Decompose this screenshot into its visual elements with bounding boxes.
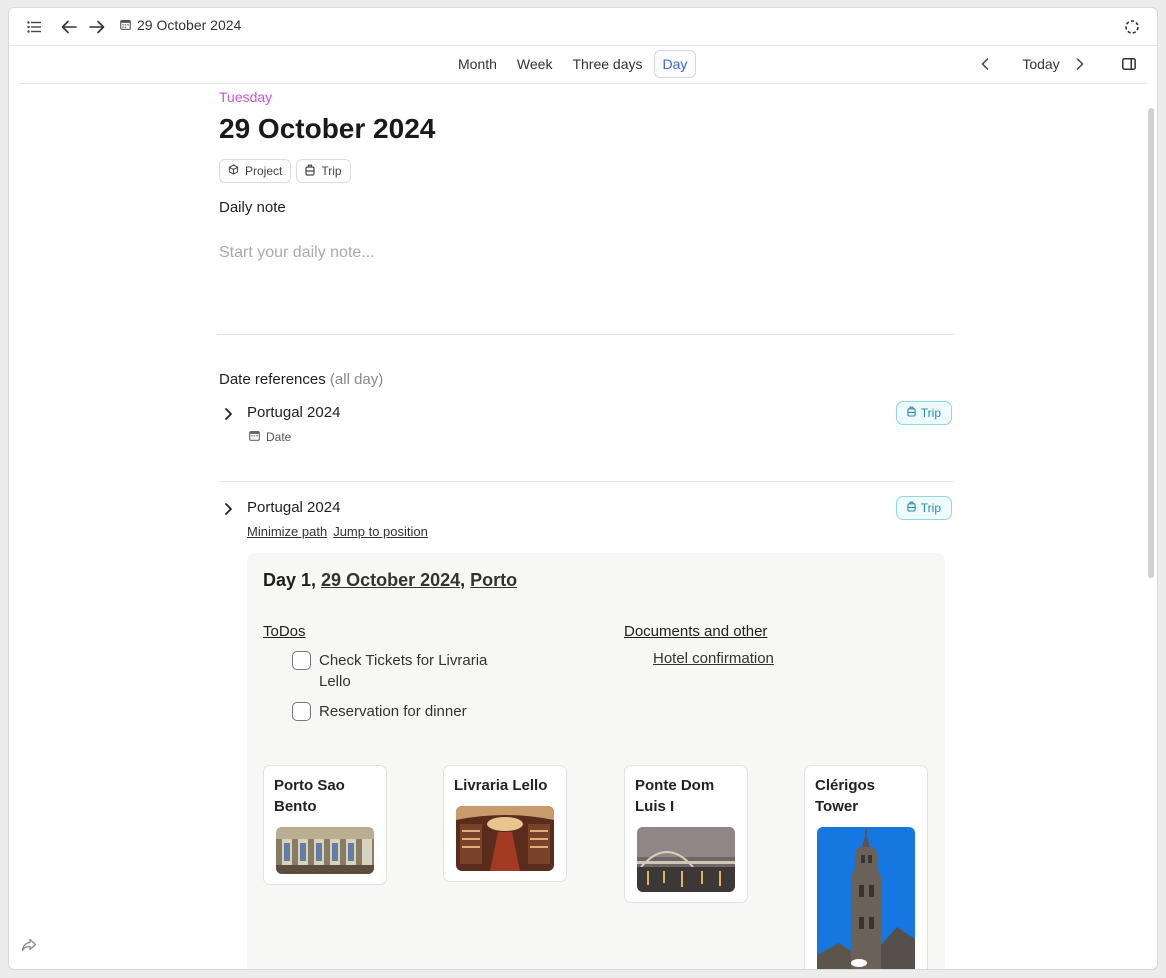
calendar-icon bbox=[120, 17, 131, 33]
jump-to-position-link[interactable]: Jump to position bbox=[333, 524, 428, 539]
sync-icon[interactable] bbox=[1121, 16, 1143, 38]
todo-checkbox[interactable] bbox=[292, 702, 311, 721]
list-icon[interactable] bbox=[23, 16, 45, 38]
tab-day[interactable]: Day bbox=[653, 50, 697, 78]
station-hall-image bbox=[276, 827, 374, 874]
tag-trip[interactable]: Trip bbox=[296, 159, 351, 183]
view-tabs: Month Week Three days Day bbox=[449, 50, 697, 78]
place-card[interactable]: Clérigos Tower bbox=[804, 765, 928, 969]
todo-label: Check Tickets for Livraria Lello bbox=[319, 652, 488, 690]
place-card[interactable]: Porto Sao Bento bbox=[263, 765, 387, 885]
today-button[interactable]: Today bbox=[1011, 50, 1071, 78]
luggage-icon bbox=[907, 501, 916, 515]
forward-arrow-icon[interactable] bbox=[86, 16, 108, 38]
documents-heading[interactable]: Documents and other bbox=[624, 623, 774, 640]
date-link[interactable]: 29 October 2024 bbox=[321, 570, 460, 590]
previous-chevron-icon[interactable] bbox=[973, 50, 997, 78]
tag-label: Trip bbox=[321, 164, 342, 178]
tab-three-days[interactable]: Three days bbox=[563, 50, 651, 78]
app-window: 29 October 2024 Month Week Three days Da… bbox=[8, 7, 1158, 970]
bookstore-interior-image bbox=[456, 806, 554, 871]
tab-week[interactable]: Week bbox=[508, 50, 562, 78]
reference-property: Date bbox=[266, 430, 292, 444]
back-arrow-icon[interactable] bbox=[58, 16, 80, 38]
cube-icon bbox=[228, 164, 239, 178]
city-link[interactable]: Porto bbox=[470, 570, 517, 590]
daily-note-editor[interactable]: Start your daily note... bbox=[219, 244, 954, 262]
day-card-prefix: Day 1, bbox=[263, 570, 322, 590]
trip-badge[interactable]: Trip bbox=[895, 401, 952, 425]
place-card[interactable]: Ponte Dom Luis I bbox=[624, 765, 748, 903]
day-card-separator: , bbox=[460, 570, 471, 590]
todo-checkbox[interactable] bbox=[292, 651, 311, 670]
day-card-title: Day 1, 29 October 2024, Porto bbox=[263, 570, 517, 591]
breadcrumb[interactable]: 29 October 2024 bbox=[120, 17, 241, 33]
date-references-suffix: (all day) bbox=[329, 371, 384, 388]
minimize-path-link[interactable]: Minimize path bbox=[247, 524, 327, 539]
daily-note-label: Daily note bbox=[219, 199, 286, 216]
date-references-title: Date references bbox=[219, 371, 326, 388]
bridge-image bbox=[637, 827, 735, 892]
page-title: 29 October 2024 bbox=[219, 113, 436, 144]
reference-actions: Minimize path Jump to position bbox=[247, 524, 428, 539]
next-chevron-icon[interactable] bbox=[1068, 50, 1092, 78]
calendar-icon bbox=[249, 430, 260, 444]
luggage-icon bbox=[305, 164, 315, 179]
tag-list: Project Trip bbox=[219, 159, 954, 183]
todo-item: Reservation for dinner bbox=[292, 701, 522, 722]
todo-item: Check Tickets for Livraria Lello bbox=[292, 650, 522, 692]
place-name: Clérigos Tower bbox=[815, 777, 876, 815]
tower-image bbox=[817, 827, 915, 969]
place-card[interactable]: Livraria Lello bbox=[443, 765, 567, 882]
hotel-confirmation-link[interactable]: Hotel confirmation bbox=[653, 650, 774, 667]
tag-label: Project bbox=[245, 164, 283, 178]
place-name: Ponte Dom Luis I bbox=[635, 777, 715, 815]
scrollbar[interactable] bbox=[1148, 108, 1154, 578]
section-divider bbox=[217, 334, 954, 335]
date-navigation: Today bbox=[957, 50, 1157, 78]
place-name: Livraria Lello bbox=[454, 777, 548, 794]
share-icon[interactable] bbox=[21, 938, 37, 957]
reference-title[interactable]: Portugal 2024 bbox=[247, 404, 340, 421]
todos-section: ToDos Check Tickets for Livraria Lello R… bbox=[263, 623, 522, 722]
place-name: Porto Sao Bento bbox=[274, 777, 345, 815]
expand-chevron-icon[interactable] bbox=[221, 502, 235, 521]
sidebar-toggle-icon[interactable] bbox=[1115, 50, 1143, 78]
titlebar: 29 October 2024 bbox=[9, 8, 1157, 46]
toolbar-divider bbox=[19, 83, 1147, 84]
date-references-heading: Date references (all day) bbox=[219, 371, 954, 388]
reference-title[interactable]: Portugal 2024 bbox=[247, 499, 340, 516]
expand-chevron-icon[interactable] bbox=[221, 407, 235, 426]
breadcrumb-label: 29 October 2024 bbox=[137, 17, 242, 33]
trip-badge[interactable]: Trip bbox=[895, 496, 952, 520]
day-page: Tuesday 29 October 2024 Project Trip Dai… bbox=[217, 88, 954, 969]
tab-month[interactable]: Month bbox=[449, 50, 506, 78]
reference-item: Portugal 2024 Date Trip bbox=[219, 401, 954, 482]
tag-project[interactable]: Project bbox=[219, 159, 292, 183]
weekday-label: Tuesday bbox=[219, 89, 273, 105]
reference-meta: Date bbox=[249, 430, 291, 444]
todos-heading[interactable]: ToDos bbox=[263, 623, 522, 640]
badge-label: Trip bbox=[920, 406, 941, 420]
view-toolbar: Month Week Three days Day Today bbox=[9, 46, 1157, 84]
luggage-icon bbox=[907, 406, 916, 420]
day-card: Day 1, 29 October 2024, Porto ToDos Chec… bbox=[247, 553, 945, 969]
todo-label: Reservation for dinner bbox=[319, 703, 467, 720]
documents-section: Documents and other Hotel confirmation bbox=[624, 623, 774, 667]
badge-label: Trip bbox=[920, 501, 941, 515]
